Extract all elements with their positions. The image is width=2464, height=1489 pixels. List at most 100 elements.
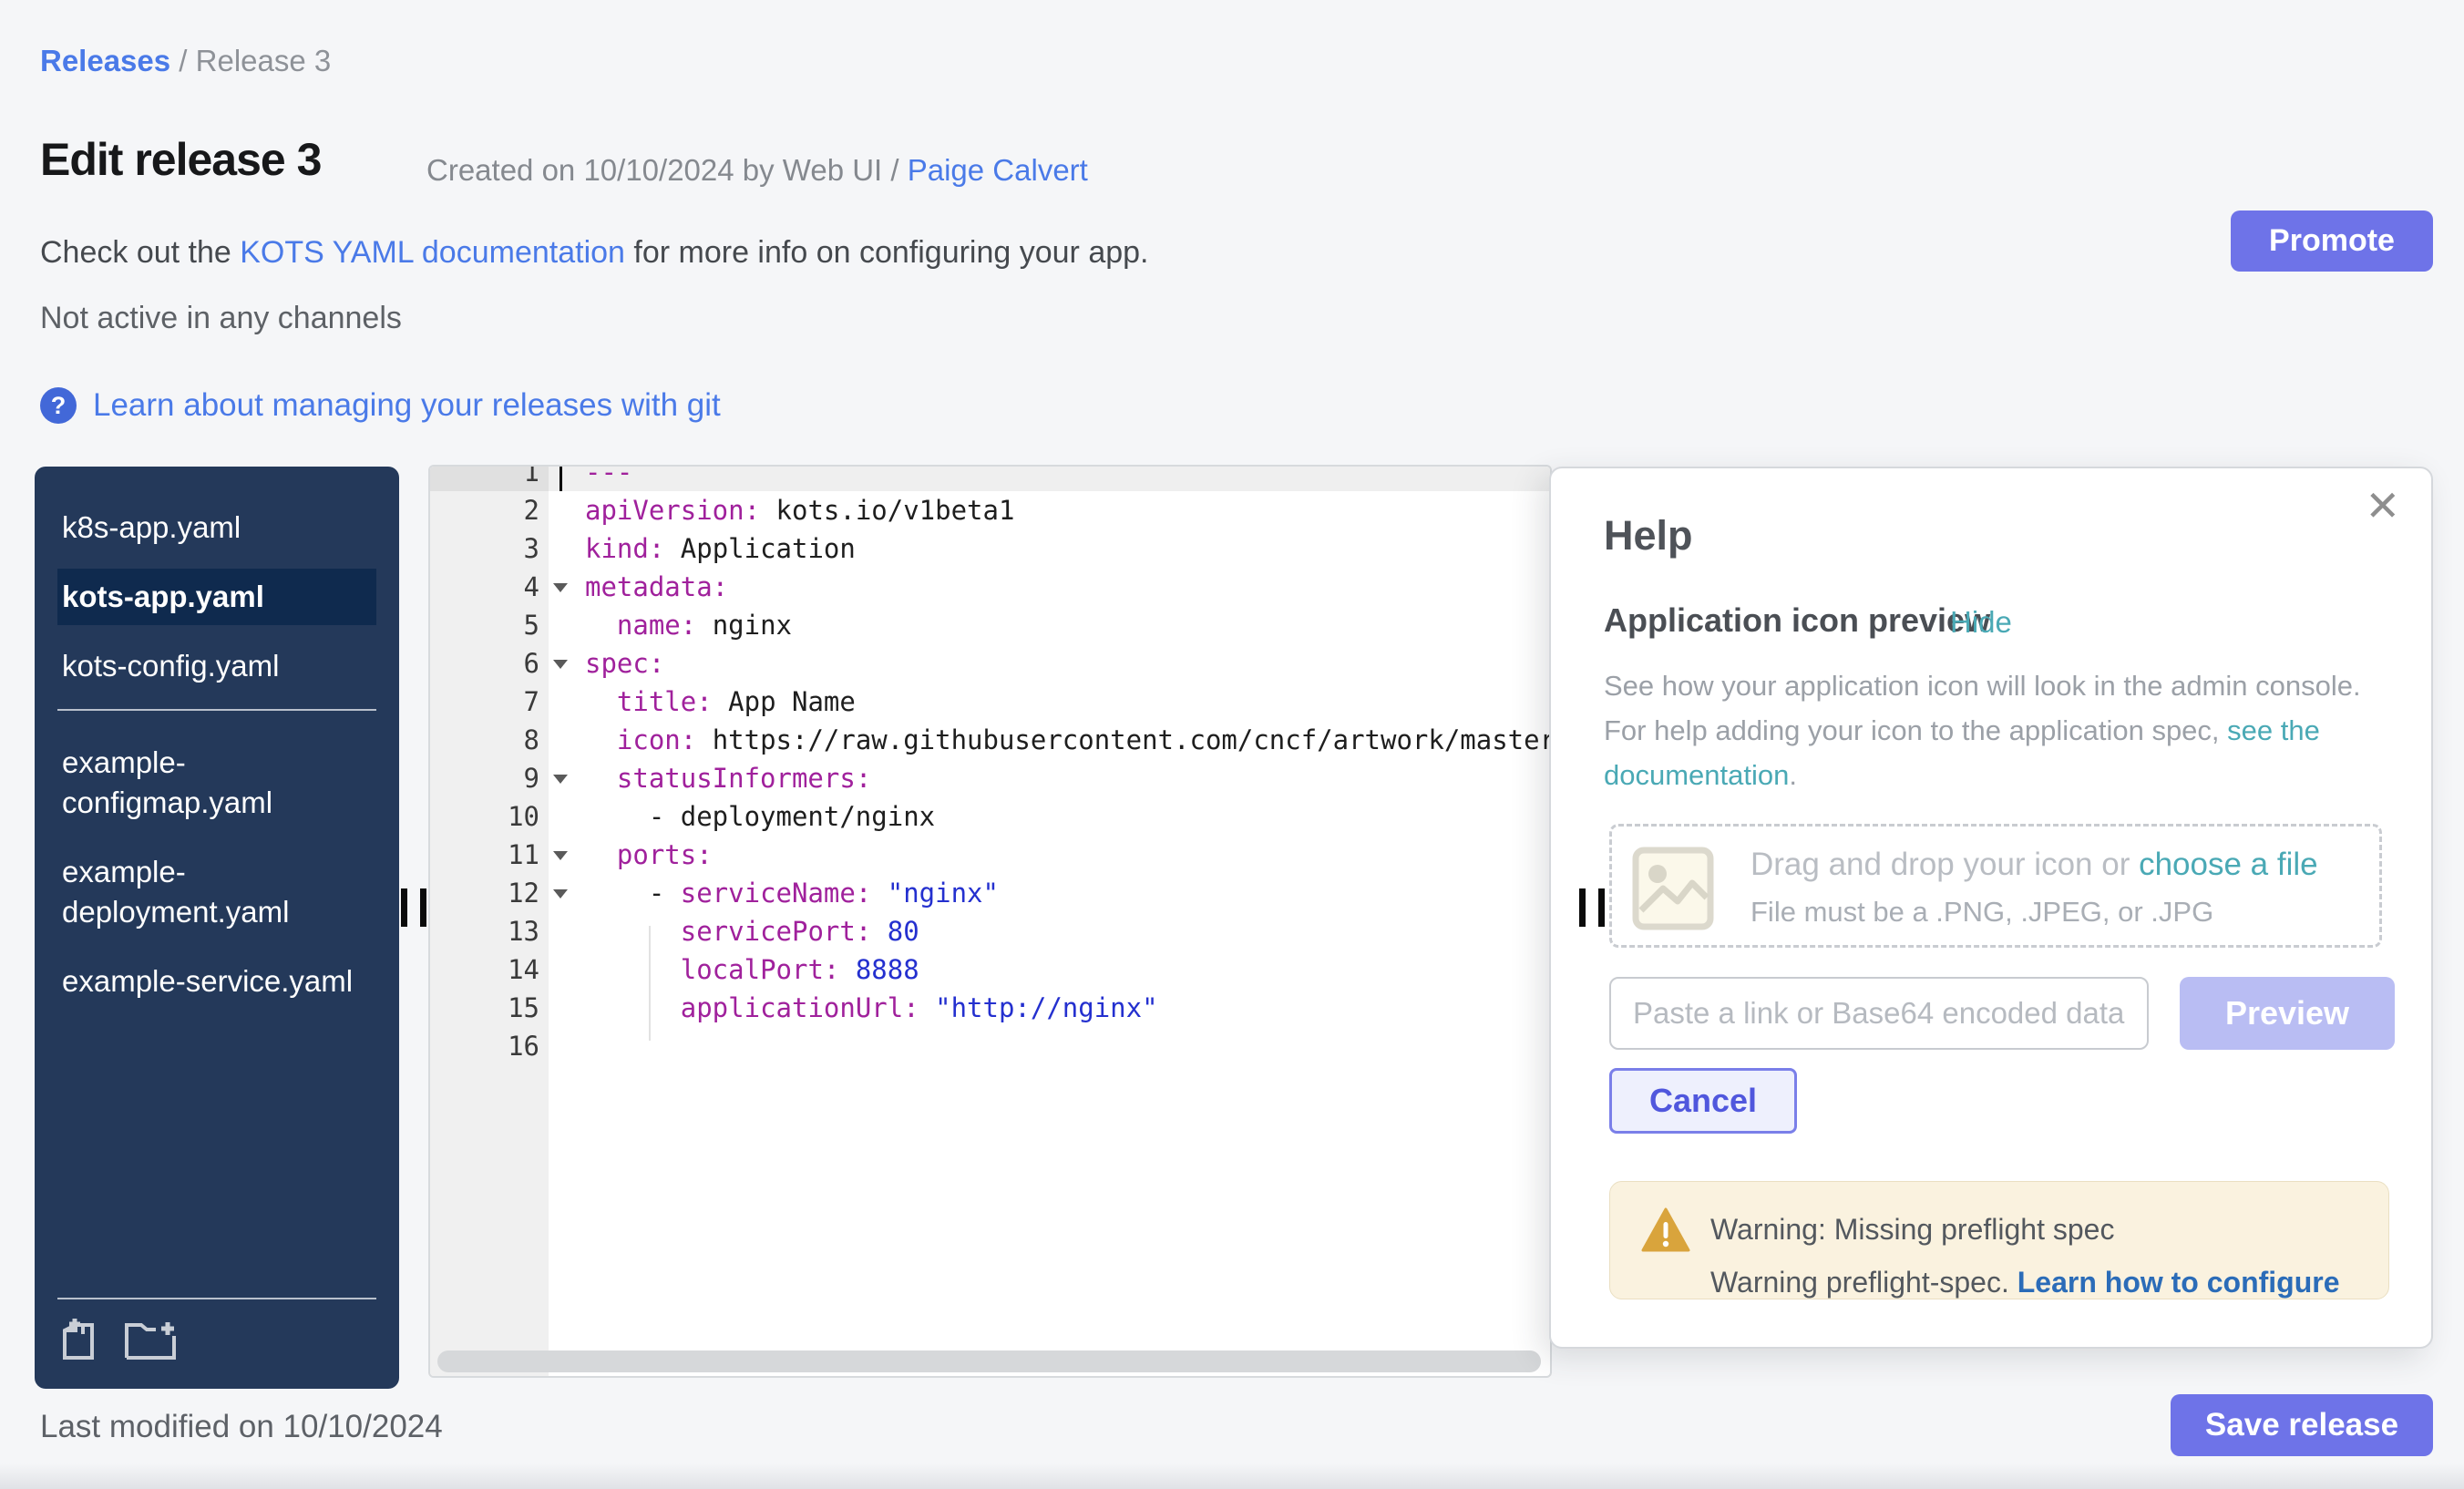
choose-file-link[interactable]: choose a file — [2139, 847, 2318, 882]
fold-arrow-icon[interactable] — [553, 583, 568, 592]
new-file-icon[interactable] — [57, 1318, 99, 1361]
sidebar-file-kots-config.yaml[interactable]: kots-config.yaml — [57, 638, 376, 694]
code-text: icon: https://raw.githubusercontent.com/… — [576, 721, 1552, 759]
sidebar-file-example-configmap.yaml[interactable]: example-configmap.yaml — [57, 734, 376, 831]
code-text: metadata: — [576, 568, 728, 606]
help-panel: ✕ Help Application icon preview Hide See… — [1549, 467, 2433, 1349]
resize-bar — [1579, 888, 1586, 927]
icon-preview-description: See how your application icon will look … — [1604, 663, 2387, 797]
new-folder-icon[interactable] — [125, 1318, 176, 1361]
code-line-10[interactable]: 10 - deployment/nginx — [430, 797, 1550, 836]
warning-icon — [1641, 1207, 1690, 1253]
drop-text: Drag and drop your icon or — [1750, 847, 2139, 882]
gutter-line-number: 11 — [430, 836, 549, 874]
icon-url-input[interactable] — [1609, 977, 2149, 1050]
horizontal-scrollbar[interactable] — [437, 1350, 1541, 1372]
sidebar-resize-handle[interactable] — [401, 888, 441, 927]
description-period: . — [1789, 759, 1797, 791]
code-text: localPort: 8888 — [576, 950, 919, 989]
learn-configure-link[interactable]: Learn how to configure — [2017, 1266, 2340, 1299]
code-text: --- — [576, 465, 632, 491]
sidebar-file-k8s-app.yaml[interactable]: k8s-app.yaml — [57, 499, 376, 556]
save-release-button[interactable]: Save release — [2171, 1394, 2433, 1456]
resize-bar — [401, 888, 407, 927]
code-text: - serviceName: "nginx" — [576, 874, 999, 912]
file-group-divider — [57, 709, 376, 711]
breadcrumb-releases-link[interactable]: Releases — [40, 44, 170, 77]
code-line-2[interactable]: 2 apiVersion: kots.io/v1beta1 — [430, 491, 1550, 529]
file-tree-sidebar: k8s-app.yaml kots-app.yaml kots-config.yam… — [35, 467, 399, 1389]
fold-arrow-icon[interactable] — [553, 889, 568, 899]
fold-column — [549, 465, 576, 491]
gutter-line-number: 3 — [430, 529, 549, 568]
code-line-9[interactable]: 9 statusInformers: — [430, 759, 1550, 797]
fold-column — [549, 721, 576, 759]
created-info: Created on 10/10/2024 by Web UI / Paige … — [426, 153, 1088, 188]
fold-arrow-icon[interactable] — [553, 775, 568, 784]
gutter-line-number: 1 — [430, 465, 549, 491]
sidebar-file-example-service.yaml[interactable]: example-service.yaml — [57, 953, 376, 1010]
code-line-16[interactable]: 16 — [430, 1027, 1550, 1065]
fold-arrow-icon[interactable] — [553, 660, 568, 669]
dropzone-instruction: Drag and drop your icon or choose a file — [1750, 847, 2318, 883]
cancel-button[interactable]: Cancel — [1609, 1068, 1797, 1134]
fold-column — [549, 874, 576, 912]
hide-link[interactable]: Hide — [1950, 605, 2012, 640]
created-text: Created on 10/10/2024 by Web UI / — [426, 153, 908, 187]
icon-dropzone[interactable]: Drag and drop your icon or choose a file… — [1609, 824, 2382, 948]
author-link[interactable]: Paige Calvert — [908, 153, 1088, 187]
code-text — [576, 1027, 585, 1065]
file-list-examples: example-configmap.yaml example-deployment… — [35, 734, 399, 1010]
warning-detail: Warning preflight-spec. Learn how to con… — [1710, 1266, 2340, 1299]
gutter-line-number: 7 — [430, 683, 549, 721]
close-icon[interactable]: ✕ — [2365, 485, 2400, 527]
sidebar-file-kots-app.yaml[interactable]: kots-app.yaml — [57, 569, 376, 625]
sidebar-actions — [57, 1298, 376, 1389]
kots-yaml-docs-link[interactable]: KOTS YAML documentation — [240, 235, 625, 270]
help-panel-resize-handle[interactable] — [1579, 888, 1619, 927]
code-text: apiVersion: kots.io/v1beta1 — [576, 491, 1014, 529]
docs-hint: Check out the KOTS YAML documentation fo… — [40, 235, 1149, 271]
preview-button[interactable]: Preview — [2180, 977, 2395, 1050]
fold-arrow-icon[interactable] — [553, 851, 568, 860]
code-line-7[interactable]: 7 title: App Name — [430, 683, 1550, 721]
code-text: ports: — [576, 836, 713, 874]
last-modified-text: Last modified on 10/10/2024 — [40, 1409, 443, 1445]
fold-column — [549, 644, 576, 683]
text-cursor — [560, 465, 562, 491]
code-line-6[interactable]: 6spec: — [430, 644, 1550, 683]
code-line-12[interactable]: 12 - serviceName: "nginx" — [430, 874, 1550, 912]
code-text: applicationUrl: "http://nginx" — [576, 989, 1158, 1027]
code-line-1[interactable]: 1 --- — [430, 465, 1550, 491]
sidebar-file-example-deployment.yaml[interactable]: example-deployment.yaml — [57, 844, 376, 940]
code-line-4[interactable]: 4metadata: — [430, 568, 1550, 606]
gutter-line-number: 10 — [430, 797, 549, 836]
question-icon: ? — [40, 387, 77, 424]
gutter-line-number: 2 — [430, 491, 549, 529]
code-line-3[interactable]: 3kind: Application — [430, 529, 1550, 568]
code-line-13[interactable]: 13 servicePort: 80 — [430, 912, 1550, 950]
code-text: - deployment/nginx — [576, 797, 935, 836]
fold-column — [549, 683, 576, 721]
code-text: spec: — [576, 644, 664, 683]
code-line-15[interactable]: 15 applicationUrl: "http://nginx" — [430, 989, 1550, 1027]
code-line-11[interactable]: 11 ports: — [430, 836, 1550, 874]
channel-status: Not active in any channels — [40, 301, 402, 336]
breadcrumb-current: Release 3 — [196, 44, 332, 77]
code-line-8[interactable]: 8 icon: https://raw.githubusercontent.co… — [430, 721, 1550, 759]
code-editor-content[interactable]: 1 --- 2 apiVersion: kots.io/v1beta13kind: A… — [430, 465, 1550, 1065]
bottom-edge — [0, 1463, 2464, 1489]
gutter-line-number: 14 — [430, 950, 549, 989]
promote-button[interactable]: Promote — [2231, 211, 2433, 272]
code-text: name: nginx — [576, 606, 792, 644]
code-line-5[interactable]: 5 name: nginx — [430, 606, 1550, 644]
yaml-editor[interactable]: 1 --- 2 apiVersion: kots.io/v1beta13kind: A… — [428, 465, 1552, 1378]
docs-hint-prefix: Check out the — [40, 235, 240, 270]
code-line-14[interactable]: 14 localPort: 8888 — [430, 950, 1550, 989]
breadcrumb: Releases / Release 3 — [40, 44, 331, 78]
file-list-kots: k8s-app.yaml kots-app.yaml kots-config.yam… — [35, 467, 399, 694]
breadcrumb-separator: / — [170, 44, 196, 77]
learn-git-link[interactable]: Learn about managing your releases with … — [93, 387, 721, 424]
gutter-line-number: 9 — [430, 759, 549, 797]
fold-column — [549, 1027, 576, 1065]
